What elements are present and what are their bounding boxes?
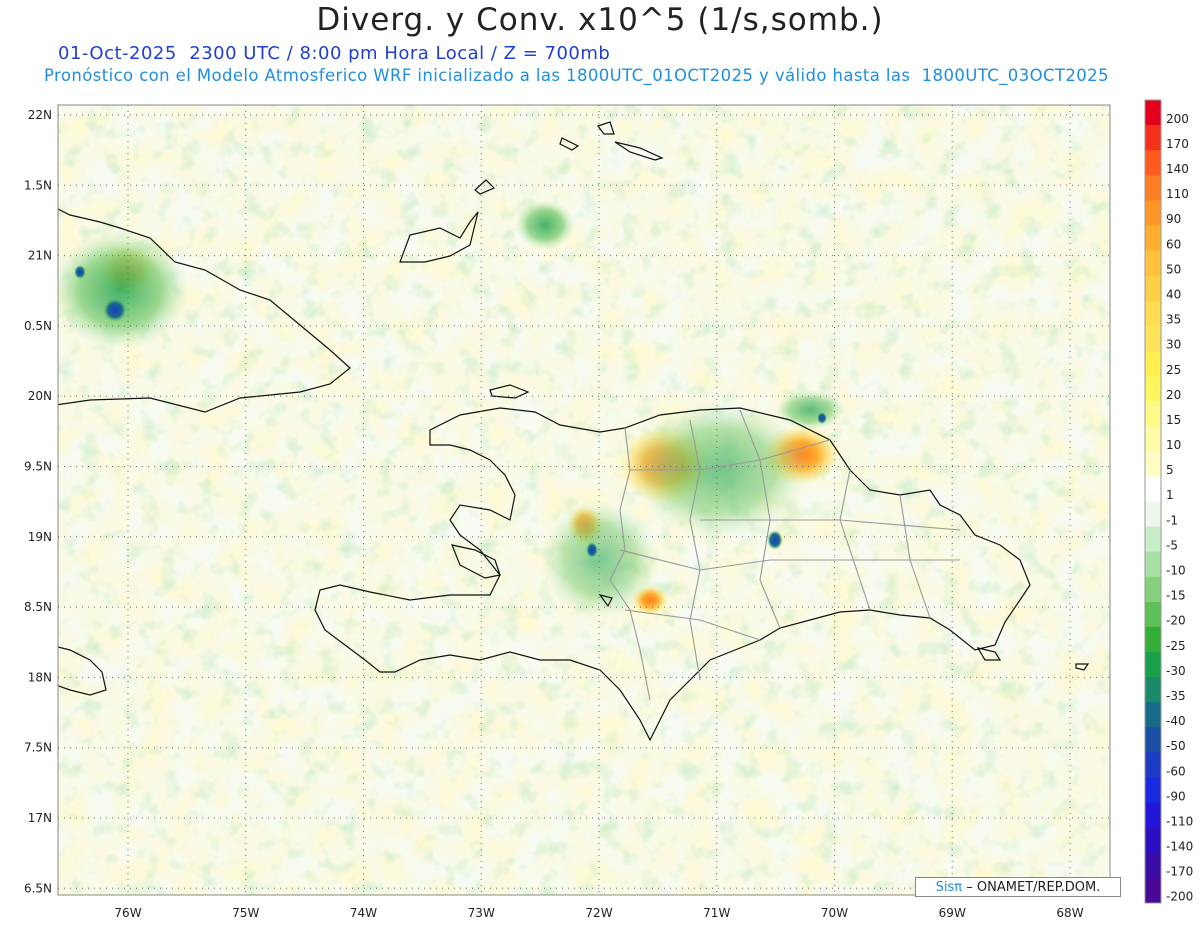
colorbar-swatch (1145, 652, 1161, 678)
colorbar-level-label: 40 (1166, 287, 1181, 301)
colorbar-level-label: 50 (1166, 262, 1181, 276)
lon-tick-label: 72W (585, 906, 612, 920)
colorbar-swatch (1145, 300, 1161, 327)
colorbar-swatch (1145, 175, 1161, 201)
colorbar-swatch (1145, 852, 1161, 879)
divergence-field (58, 105, 1110, 895)
lat-tick-label: 21N (28, 249, 52, 263)
lat-tick-label: 17N (28, 811, 52, 825)
colorbar-level-label: -1 (1166, 513, 1178, 527)
lon-tick-label: 76W (114, 906, 141, 920)
colorbar-swatch (1145, 877, 1161, 904)
colorbar-swatch (1145, 702, 1161, 728)
colorbar-swatch (1145, 275, 1161, 302)
lat-tick-label: 6.5N (24, 881, 52, 895)
colorbar-level-label: -200 (1166, 890, 1193, 904)
colorbar-level-label: 60 (1166, 237, 1181, 251)
lon-tick-label: 71W (703, 906, 730, 920)
colorbar-level-label: -110 (1166, 814, 1193, 828)
colorbar-level-label: -20 (1166, 614, 1186, 628)
colorbar-level-label: -170 (1166, 865, 1193, 879)
lat-tick-label: 20N (28, 389, 52, 403)
lat-tick-label: 22N (28, 108, 52, 122)
colorbar-level-label: -40 (1166, 714, 1186, 728)
colorbar-swatch (1145, 200, 1161, 226)
colorbar-swatch (1145, 777, 1161, 804)
colorbar-level-label: -10 (1166, 564, 1186, 578)
colorbar-swatch (1145, 802, 1161, 829)
colorbar-level-label: 140 (1166, 162, 1189, 176)
colorbar-swatch (1145, 626, 1161, 653)
colorbar-swatch (1145, 350, 1161, 377)
colorbar-swatch (1145, 150, 1161, 176)
colorbar-level-label: 170 (1166, 137, 1189, 151)
colorbar-level-label: 90 (1166, 212, 1181, 226)
colorbar-swatch (1145, 526, 1161, 553)
colorbar-level-label: -30 (1166, 664, 1186, 678)
colorbar: 200 170 140 110 90 60 50 40 35 30 25 20 15 10 5 1 -1 -5 -1… (1144, 99, 1193, 904)
colorbar-level-label: -5 (1166, 538, 1178, 552)
lat-tick-label: 18N (28, 670, 52, 684)
lon-tick-label: 73W (468, 906, 495, 920)
colorbar-level-label: 35 (1166, 313, 1181, 327)
colorbar-swatch (1145, 677, 1161, 703)
lat-tick-label: 8.5N (24, 600, 52, 614)
colorbar-swatch (1145, 376, 1161, 402)
colorbar-swatch (1145, 100, 1161, 126)
colorbar-swatch (1145, 325, 1161, 352)
colorbar-swatch (1145, 576, 1161, 603)
colorbar-swatch (1145, 827, 1161, 854)
credit-text: – ONAMET/REP.DOM. (966, 880, 1101, 895)
colorbar-swatch (1145, 551, 1161, 578)
colorbar-swatch (1145, 125, 1161, 151)
forecast-map: 76W 75W 74W 73W 72W 71W 70W 69W 68W 22N 1.5N 21N 0.5… (24, 99, 1193, 920)
colorbar-swatch (1145, 451, 1161, 477)
lat-tick-label: 0.5N (24, 319, 52, 333)
colorbar-level-label: -90 (1166, 789, 1186, 803)
colorbar-level-label: 5 (1166, 463, 1174, 477)
colorbar-swatch (1145, 501, 1161, 528)
colorbar-level-label: 20 (1166, 388, 1181, 402)
colorbar-level-label: -15 (1166, 589, 1186, 603)
colorbar-swatch (1145, 727, 1161, 753)
colorbar-swatch (1145, 401, 1161, 427)
colorbar-swatch (1145, 426, 1161, 452)
colorbar-level-label: -35 (1166, 689, 1186, 703)
colorbar-swatch (1145, 752, 1161, 779)
brand-logo: Sisπ (935, 880, 963, 895)
colorbar-level-label: 110 (1166, 187, 1189, 201)
lon-tick-label: 70W (821, 906, 848, 920)
lon-tick-label: 69W (939, 906, 966, 920)
lon-tick-label: 68W (1056, 906, 1083, 920)
colorbar-swatch (1145, 476, 1161, 502)
colorbar-level-label: 200 (1166, 112, 1189, 126)
colorbar-level-label: -25 (1166, 639, 1186, 653)
colorbar-level-label: 10 (1166, 438, 1181, 452)
lon-tick-label: 74W (350, 906, 377, 920)
colorbar-level-label: -50 (1166, 739, 1186, 753)
colorbar-level-label: 25 (1166, 363, 1181, 377)
credit-box: Sisπ – ONAMET/REP.DOM. (915, 877, 1121, 897)
colorbar-level-label: -140 (1166, 840, 1193, 854)
lon-tick-label: 75W (232, 906, 259, 920)
lat-tick-label: 1.5N (24, 178, 52, 192)
lat-tick-label: 9.5N (24, 460, 52, 474)
colorbar-level-label: -60 (1166, 764, 1186, 778)
colorbar-swatch (1145, 225, 1161, 252)
colorbar-level-label: 1 (1166, 488, 1174, 502)
colorbar-swatch (1145, 250, 1161, 277)
colorbar-level-label: 15 (1166, 413, 1181, 427)
lat-tick-label: 7.5N (24, 741, 52, 755)
colorbar-swatch (1145, 601, 1161, 628)
colorbar-level-label: 30 (1166, 338, 1181, 352)
lat-tick-label: 19N (28, 530, 52, 544)
